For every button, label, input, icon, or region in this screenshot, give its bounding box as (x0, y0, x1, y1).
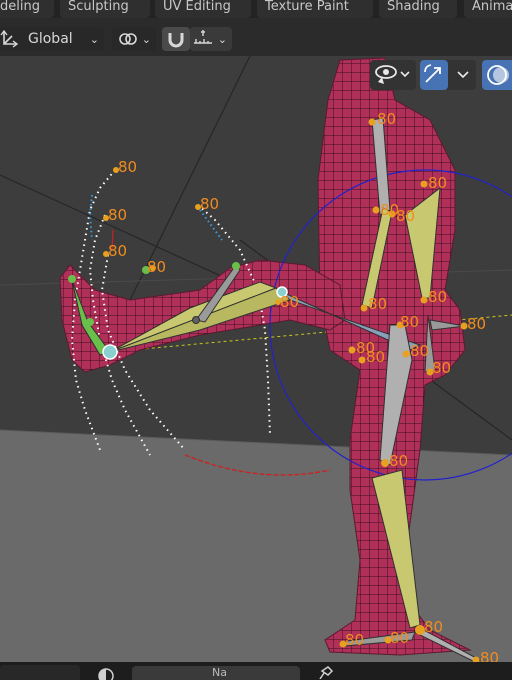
magnet-icon (168, 33, 184, 48)
visibility-dropdown[interactable] (370, 60, 416, 90)
bone-label: 80 (432, 359, 451, 377)
bone-label: 80 (400, 313, 419, 331)
bone-label: 80 (467, 315, 486, 333)
action-field[interactable]: Na (132, 666, 300, 680)
tab-modeling[interactable]: deling (0, 0, 54, 18)
snap-link-icon (119, 33, 137, 45)
transform-orientation-dropdown[interactable]: Global ⌄ (0, 27, 104, 51)
timeline-tab[interactable] (0, 665, 80, 680)
increment-snap-icon (194, 30, 212, 44)
orientation-label: Global (28, 31, 73, 47)
eye-select-icon (375, 65, 410, 84)
gizmo-toggle[interactable] (420, 60, 448, 90)
bone-label: 80 (410, 342, 429, 360)
bone-label: 80 (345, 631, 364, 649)
pin-icon[interactable] (314, 665, 334, 679)
tab-shading[interactable]: Shading (379, 0, 457, 18)
bone-label: 80 (108, 242, 127, 260)
bone-label: 80 (389, 452, 408, 470)
bone-label: 80 (428, 288, 447, 306)
display-mode-icon[interactable] (96, 666, 116, 680)
bone-label: 80 (147, 258, 166, 276)
bone-label: 80 (200, 195, 219, 213)
action-field-text: Na (212, 666, 227, 679)
bone-label: 80 (390, 629, 409, 647)
tab-texture-paint[interactable]: Texture Paint (257, 0, 373, 18)
tab-animation[interactable]: Anima (464, 0, 512, 18)
bone-label: 80 (368, 295, 387, 313)
bone-label: 80 (480, 649, 499, 662)
pivot-point-dropdown[interactable]: ⌄ (112, 27, 156, 51)
chevron-down-icon: ⌄ (217, 32, 227, 46)
bone-label: 80 (396, 207, 415, 225)
status-bar: Na (0, 662, 512, 680)
bone-label: 80 (424, 618, 443, 636)
snap-toggle[interactable] (162, 27, 190, 51)
viewport-header: Global ⌄ ⌄ ⌄ (0, 22, 512, 56)
bone-label: 80 (280, 293, 299, 311)
overlay-toggle[interactable] (482, 60, 512, 90)
tab-sculpting[interactable]: Sculpting (60, 0, 150, 18)
bone-label: 80 (118, 158, 137, 176)
chevron-down-icon: ⌄ (141, 32, 151, 46)
bone-label: 80 (108, 206, 127, 224)
bone-label: 80 (428, 174, 447, 192)
chevron-down-icon: ⌄ (89, 32, 99, 46)
bone-joint-selected[interactable] (102, 344, 118, 360)
gizmo-arrows-icon (424, 64, 441, 83)
bone-label: 80 (377, 110, 396, 128)
chevron-down-icon (457, 71, 469, 79)
bone-label: 80 (366, 348, 385, 366)
3d-viewport[interactable]: 80 80 80 80 80 80 80 80 80 80 80 80 80 8… (0, 56, 512, 662)
gizmo-dropdown[interactable] (420, 60, 476, 90)
workspace-tabs: deling Sculpting UV Editing Texture Pain… (0, 0, 512, 18)
snap-target-dropdown[interactable]: ⌄ (190, 27, 232, 51)
orientation-icon (0, 29, 19, 48)
overlay-icon (487, 65, 509, 85)
tab-uv-editing[interactable]: UV Editing (155, 0, 251, 18)
